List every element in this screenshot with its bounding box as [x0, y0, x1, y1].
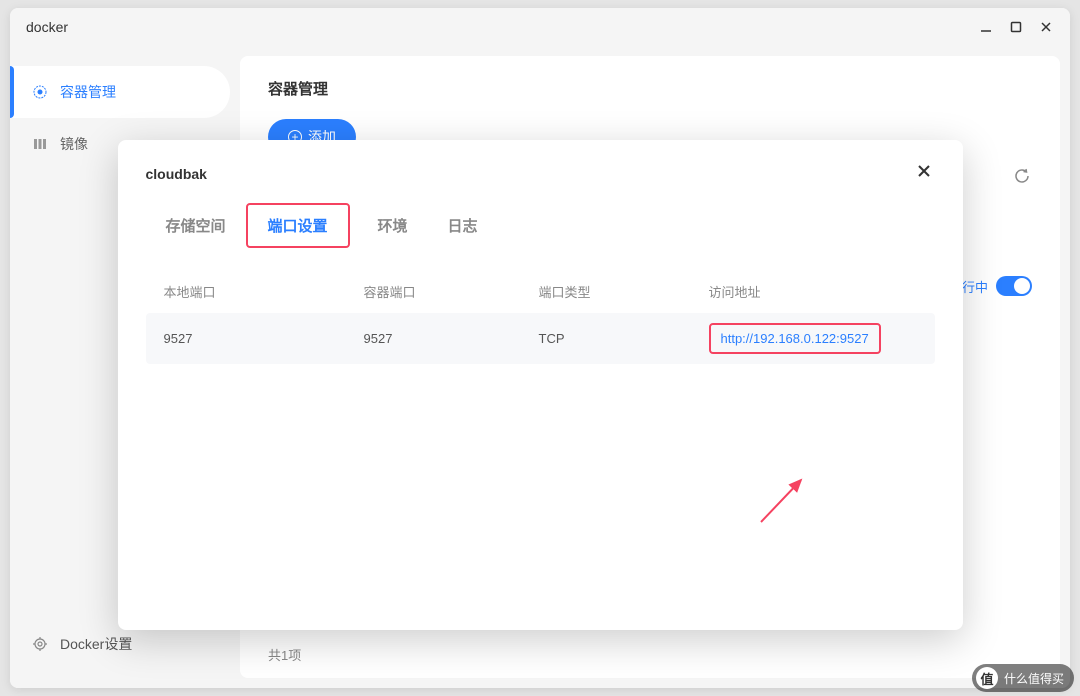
- window-title: docker: [26, 19, 68, 35]
- tab-logs[interactable]: 日志: [428, 205, 498, 246]
- table-row: 9527 9527 TCP http://192.168.0.122:9527: [146, 313, 935, 364]
- tabs: 存储空间 端口设置 环境 日志: [118, 205, 963, 246]
- sidebar-item-label: Docker设置: [60, 634, 132, 654]
- tab-storage[interactable]: 存储空间: [146, 205, 246, 246]
- tab-environment[interactable]: 环境: [358, 205, 428, 246]
- page-title: 容器管理: [268, 78, 1032, 99]
- maximize-icon[interactable]: [1008, 19, 1024, 35]
- titlebar: docker: [10, 8, 1070, 46]
- access-url-link[interactable]: http://192.168.0.122:9527: [709, 323, 881, 354]
- refresh-icon[interactable]: [1012, 166, 1032, 191]
- sidebar-item-label: 容器管理: [60, 82, 116, 102]
- modal-header: cloudbak: [118, 160, 963, 205]
- images-icon: [32, 136, 48, 152]
- cell-access-url: http://192.168.0.122:9527: [709, 329, 917, 348]
- cell-local-port: 9527: [164, 331, 364, 346]
- modal: cloudbak 存储空间 端口设置 环境 日志 本地端口 容器端口 端口类型 …: [118, 140, 963, 630]
- status-text: 行中: [962, 277, 988, 296]
- gear-icon: [32, 636, 48, 652]
- header-container-port: 容器端口: [364, 282, 539, 301]
- sidebar-item-label: 镜像: [60, 134, 88, 154]
- cell-port-type: TCP: [539, 331, 709, 346]
- close-icon[interactable]: [1038, 19, 1054, 35]
- tab-ports[interactable]: 端口设置: [246, 203, 350, 248]
- ports-table: 本地端口 容器端口 端口类型 访问地址 9527 9527 TCP http:/…: [118, 246, 963, 364]
- modal-title: cloudbak: [146, 166, 207, 182]
- footer-count: 共1项: [268, 645, 301, 664]
- minimize-icon[interactable]: [978, 19, 994, 35]
- table-header: 本地端口 容器端口 端口类型 访问地址: [146, 270, 935, 313]
- window-controls: [978, 19, 1054, 35]
- header-port-type: 端口类型: [539, 282, 709, 301]
- annotation-arrow: [753, 470, 813, 535]
- close-icon[interactable]: [913, 160, 935, 187]
- header-access-url: 访问地址: [709, 282, 917, 301]
- header-local-port: 本地端口: [164, 282, 364, 301]
- status-row: 行中: [962, 276, 1032, 296]
- container-icon: [32, 84, 48, 100]
- cell-container-port: 9527: [364, 331, 539, 346]
- sidebar-item-containers[interactable]: 容器管理: [10, 66, 230, 118]
- status-toggle[interactable]: [996, 276, 1032, 296]
